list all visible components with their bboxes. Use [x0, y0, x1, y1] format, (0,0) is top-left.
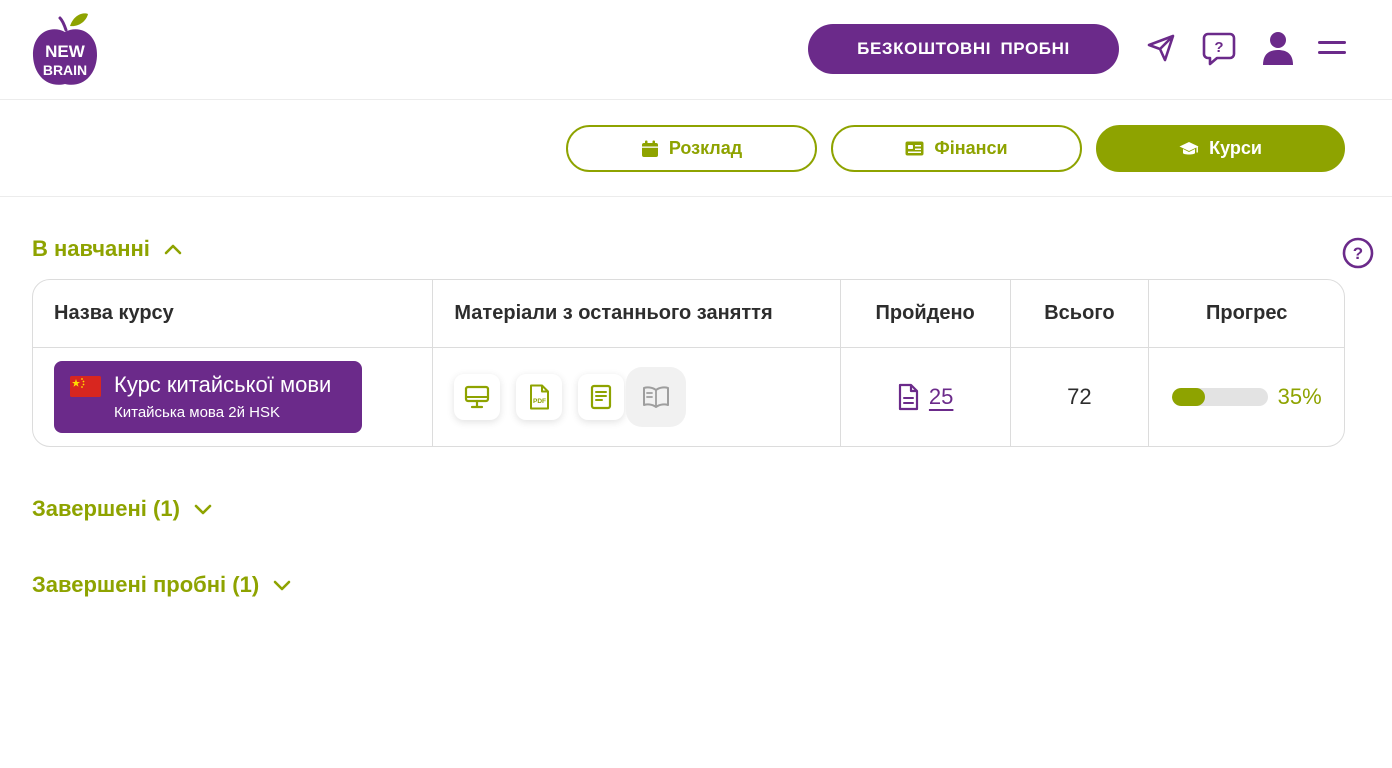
china-flag-icon	[70, 376, 101, 397]
tab-finance[interactable]: Фінанси	[831, 125, 1082, 172]
send-icon[interactable]	[1141, 28, 1181, 68]
section-in-progress-label: В навчанні	[32, 236, 150, 261]
materials-list: PDF	[454, 367, 687, 427]
progress-cell: 35%	[1149, 348, 1344, 446]
tab-schedule-label: Розклад	[668, 138, 743, 158]
progress-track	[1171, 388, 1268, 406]
question-circle-icon: ?	[1342, 237, 1374, 269]
pdf-button[interactable]: PDF	[516, 374, 563, 420]
menu-icon[interactable]	[1312, 28, 1352, 68]
table-header-row: Назва курсу Матеріали з останнього занят…	[33, 280, 1344, 348]
tab-courses-label: Курси	[1209, 138, 1262, 158]
progress-percent: 35%	[1277, 384, 1322, 409]
completed-lessons-link[interactable]: 25	[897, 383, 953, 411]
course-cell: Курс китайської мови Китайська мова 2й H…	[33, 348, 434, 446]
presentation-button[interactable]	[454, 374, 501, 420]
completed-count: 25	[928, 384, 954, 409]
tab-courses[interactable]: Курси	[1096, 125, 1345, 172]
column-completed: Пройдено	[841, 280, 1011, 347]
tab-finance-label: Фінанси	[934, 138, 1008, 158]
help-chat-icon[interactable]: ?	[1199, 28, 1239, 68]
document-icon	[898, 383, 919, 411]
help-button[interactable]: ?	[1342, 237, 1374, 269]
book-icon	[643, 386, 670, 408]
course-name: Курс китайської мови	[114, 372, 332, 397]
table-row: Курс китайської мови Китайська мова 2й H…	[33, 348, 1344, 446]
notes-button[interactable]	[578, 374, 625, 420]
chevron-up-icon	[164, 244, 182, 255]
logo-text-bottom: BRAIN	[43, 62, 87, 78]
section-completed-trials[interactable]: Завершені пробні (1)	[32, 572, 291, 598]
column-progress: Прогрес	[1205, 302, 1288, 324]
section-in-progress[interactable]: В навчанні	[32, 236, 182, 262]
help-glyph: ?	[1353, 244, 1363, 263]
apple-logo-icon: NEW BRAIN	[32, 13, 98, 85]
help-chat-glyph: ?	[1214, 39, 1223, 56]
free-trials-button[interactable]: БЕЗКОШТОВНІ ПРОБНІ	[808, 24, 1119, 74]
chevron-down-icon	[273, 580, 291, 591]
total-count: 72	[1067, 384, 1092, 409]
presentation-icon	[465, 385, 490, 409]
section-completed[interactable]: Завершені (1)	[32, 496, 212, 522]
chevron-down-icon	[194, 504, 212, 515]
book-button[interactable]	[626, 367, 687, 427]
notes-icon	[591, 384, 612, 410]
user-icon[interactable]	[1258, 28, 1298, 68]
logo-text-top: NEW	[45, 42, 86, 61]
new-brain-logo[interactable]: NEW BRAIN	[30, 10, 100, 88]
progress-fill	[1171, 388, 1206, 406]
column-course-name: Назва курсу	[33, 280, 434, 347]
courses-table: Назва курсу Матеріали з останнього занят…	[32, 279, 1345, 447]
navigation-tabs: Розклад Фінанси Курси	[0, 100, 1392, 197]
completed-cell: 25	[841, 348, 1011, 446]
course-card[interactable]: Курс китайської мови Китайська мова 2й H…	[54, 361, 362, 433]
pdf-label: PDF	[533, 398, 546, 405]
tab-schedule[interactable]: Розклад	[566, 125, 817, 172]
graduation-cap-icon	[1179, 141, 1199, 154]
progress: 35%	[1171, 384, 1322, 410]
calendar-icon	[641, 140, 658, 157]
header: NEW BRAIN БЕЗКОШТОВНІ ПРОБНІ ?	[0, 0, 1392, 100]
total-cell: 72	[1011, 348, 1150, 446]
column-materials: Матеріали з останнього заняття	[433, 280, 841, 347]
materials-cell: PDF	[433, 348, 841, 446]
wallet-icon	[905, 141, 924, 156]
pdf-icon: PDF	[530, 384, 550, 410]
course-subtitle: Китайська мова 2й HSK	[114, 404, 280, 421]
column-total: Всього	[1011, 280, 1150, 347]
section-completed-label: Завершені (1)	[32, 496, 180, 521]
section-completed-trials-label: Завершені пробні (1)	[32, 572, 260, 597]
